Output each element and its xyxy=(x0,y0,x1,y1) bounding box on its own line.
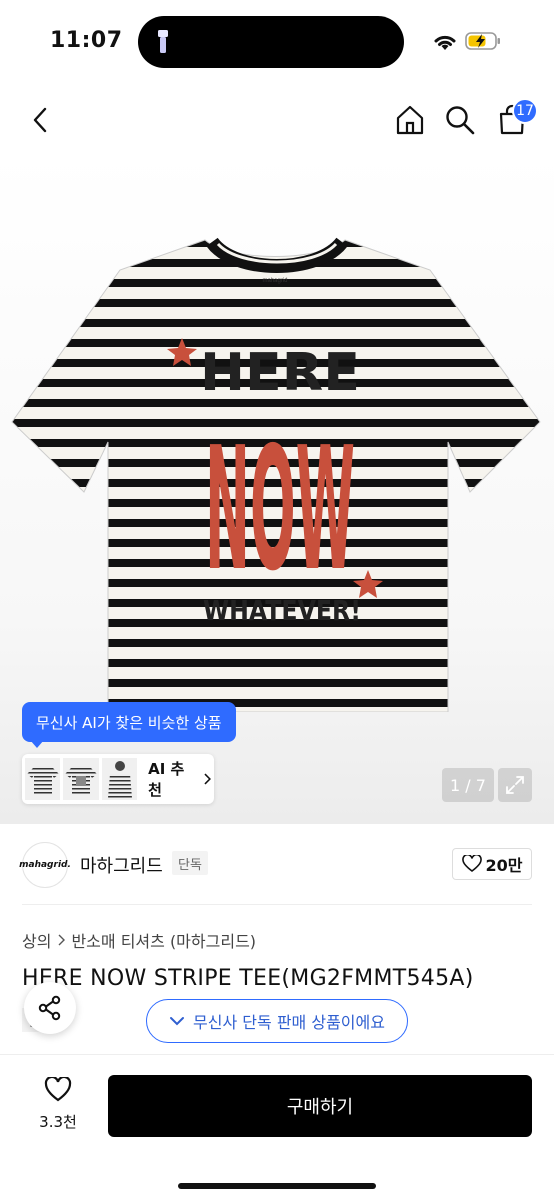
home-button[interactable] xyxy=(390,100,430,140)
exclusive-notice-text: 무신사 단독 판매 상품이에요 xyxy=(193,1013,385,1032)
ai-recommend-link[interactable]: AI 추천 xyxy=(148,758,212,800)
status-bar: 11:07 xyxy=(0,0,554,84)
chevron-right-icon xyxy=(58,934,66,946)
home-indicator xyxy=(178,1183,376,1189)
neck-label: mahagrid xyxy=(262,278,287,284)
brand-row: mahagrid. 마하그리드 단독 20만 xyxy=(19,838,532,890)
cart-button[interactable]: 17 xyxy=(492,98,538,140)
wishlist-button[interactable]: 3.3천 xyxy=(30,1075,86,1132)
top-nav: 17 xyxy=(0,90,554,152)
dynamic-island xyxy=(138,16,404,68)
exclusive-tag: 단독 xyxy=(172,851,208,875)
status-time: 11:07 xyxy=(50,28,123,53)
wifi-icon xyxy=(434,35,456,50)
breadcrumb-subcategory[interactable]: 반소매 티셔츠 (마하그리드) xyxy=(71,928,256,952)
search-button[interactable] xyxy=(440,100,480,140)
heart-icon xyxy=(44,1075,72,1102)
chevron-right-icon xyxy=(204,773,212,785)
cart-count-badge: 17 xyxy=(512,98,538,124)
print-text-here: HERE xyxy=(200,343,360,403)
buy-button[interactable]: 구매하기 xyxy=(108,1075,532,1137)
ai-thumb-1[interactable] xyxy=(25,758,61,800)
brand-like-button[interactable]: 20만 xyxy=(452,848,532,880)
share-button[interactable] xyxy=(24,982,76,1034)
chevron-down-icon xyxy=(170,1017,185,1026)
ai-similar-tooltip[interactable]: 무신사 AI가 찾은 비슷한 상품 xyxy=(22,702,236,742)
divider xyxy=(22,904,532,905)
expand-image-button[interactable] xyxy=(498,768,532,802)
share-icon xyxy=(38,995,61,1021)
tooltip-tail xyxy=(30,740,44,748)
wishlist-count: 3.3천 xyxy=(39,1113,77,1131)
home-icon xyxy=(396,105,424,135)
brand-logo[interactable]: mahagrid. xyxy=(19,842,71,888)
ai-recommend-label: AI 추천 xyxy=(148,760,185,799)
brand-logo-text: mahagrid. xyxy=(19,860,71,870)
model-thumbnail xyxy=(107,761,132,798)
brand-like-count: 20만 xyxy=(485,856,523,875)
ai-thumb-2[interactable] xyxy=(63,758,99,800)
product-title: HERE NOW STRIPE TEE(MG2FMMT545A) xyxy=(22,966,474,991)
exclusive-notice-pill[interactable]: 무신사 단독 판매 상품이에요 xyxy=(146,999,408,1043)
print-text-whatever: WHATEVER! xyxy=(203,594,361,627)
back-button[interactable] xyxy=(20,100,60,140)
product-photo: mahagrid HERE NOW WHATEVER! xyxy=(11,237,541,712)
tshirt-thumbnail xyxy=(65,766,98,794)
bottom-action-bar: 3.3천 구매하기 xyxy=(0,1054,554,1200)
chevron-left-icon xyxy=(33,107,47,133)
ai-recommend-strip[interactable]: AI 추천 xyxy=(22,754,214,804)
battery-charging-icon xyxy=(465,32,500,50)
print-text-now: NOW xyxy=(205,411,355,609)
image-pager: 1 / 7 xyxy=(442,768,494,802)
breadcrumb: 상의 반소매 티셔츠 (마하그리드) xyxy=(22,928,256,952)
product-image-carousel[interactable]: mahagrid HERE NOW WHATEVER! 무신사 AI가 찾은 비… xyxy=(0,152,554,824)
ai-thumb-3[interactable] xyxy=(101,758,138,800)
brand-name[interactable]: 마하그리드 xyxy=(80,852,163,878)
flashlight-icon xyxy=(158,30,168,53)
breadcrumb-category[interactable]: 상의 xyxy=(22,928,51,952)
expand-icon xyxy=(506,776,524,794)
search-icon xyxy=(446,106,475,135)
heart-icon xyxy=(461,855,482,873)
tshirt-thumbnail xyxy=(27,766,59,794)
